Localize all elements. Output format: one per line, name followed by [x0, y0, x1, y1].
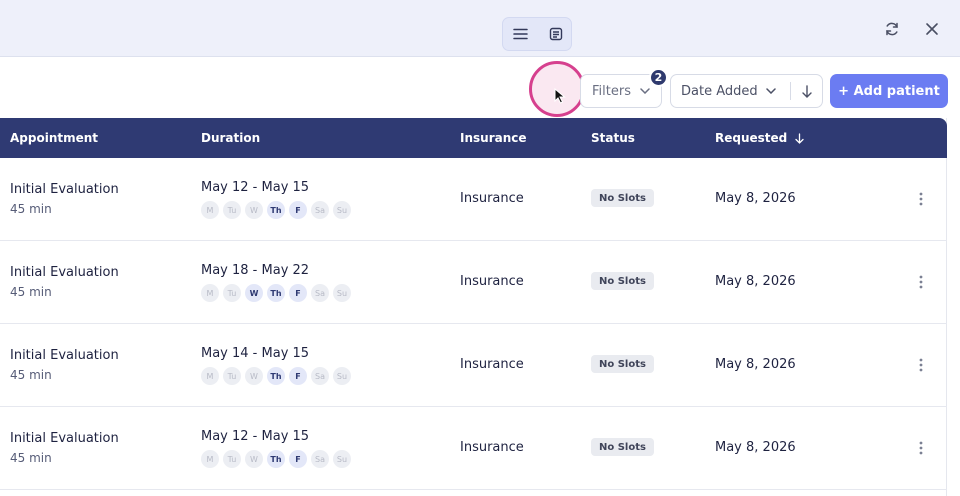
- duration-dates: May 14 - May 15: [201, 346, 310, 361]
- status-badge: No Slots: [591, 189, 654, 207]
- sort-label: Date Added: [681, 83, 758, 99]
- duration-dates: May 12 - May 15: [201, 180, 310, 195]
- weekday-pill: Th: [267, 367, 285, 385]
- weekday-pill: Sa: [311, 367, 329, 385]
- weekday-pill: M: [201, 450, 219, 468]
- weekday-pill: Su: [333, 201, 351, 219]
- weekday-pill: Su: [333, 367, 351, 385]
- status-badge: No Slots: [591, 355, 654, 373]
- table-row[interactable]: Initial Evaluation 45 min May 14 - May 15 M…: [0, 324, 947, 407]
- requested-date: May 8, 2026: [715, 440, 796, 455]
- weekday-pill: F: [289, 201, 307, 219]
- weekday-pill: M: [201, 284, 219, 302]
- weekday-pill: Tu: [223, 201, 241, 219]
- requested-date: May 8, 2026: [715, 357, 796, 372]
- insurance-value: Insurance: [460, 274, 524, 289]
- arrow-down-icon: [802, 84, 812, 98]
- row-more-button[interactable]: [911, 268, 931, 296]
- table-header: Appointment Duration Insurance Status Re…: [0, 118, 947, 158]
- column-header-insurance[interactable]: Insurance: [460, 131, 527, 145]
- column-header-requested-label: Requested: [715, 131, 788, 145]
- sort-arrow-down-icon: [795, 132, 804, 144]
- insurance-value: Insurance: [460, 191, 524, 206]
- close-button[interactable]: [919, 16, 945, 42]
- weekday-pill: Su: [333, 450, 351, 468]
- requested-date: May 8, 2026: [715, 274, 796, 289]
- column-header-appointment[interactable]: Appointment: [10, 131, 98, 145]
- add-patient-button[interactable]: + Add patient: [830, 74, 948, 108]
- more-vertical-icon: [919, 192, 923, 206]
- weekday-pill: Tu: [223, 284, 241, 302]
- chevron-down-icon: [640, 88, 650, 94]
- column-header-duration[interactable]: Duration: [201, 131, 260, 145]
- weekday-pill: W: [245, 284, 263, 302]
- status-badge: No Slots: [591, 272, 654, 290]
- more-vertical-icon: [919, 275, 923, 289]
- weekday-pill: F: [289, 367, 307, 385]
- weekday-pill: Tu: [223, 450, 241, 468]
- weekday-pill: F: [289, 284, 307, 302]
- list-view-icon: [513, 28, 528, 40]
- close-icon: [926, 23, 938, 35]
- weekday-list: M Tu W Th F Sa Su: [201, 367, 355, 385]
- row-more-button[interactable]: [911, 185, 931, 213]
- sort-control: Date Added: [670, 74, 823, 108]
- filters-count-badge: 2: [649, 68, 668, 87]
- sort-select[interactable]: Date Added: [671, 75, 790, 107]
- weekday-pill: F: [289, 450, 307, 468]
- chevron-down-icon: [765, 88, 776, 94]
- table-row[interactable]: Initial Evaluation 45 min May 18 - May 22 M…: [0, 241, 947, 324]
- weekday-pill: Th: [267, 201, 285, 219]
- weekday-pill: Su: [333, 284, 351, 302]
- column-header-status[interactable]: Status: [591, 131, 635, 145]
- duration-dates: May 12 - May 15: [201, 429, 310, 444]
- weekday-pill: Sa: [311, 201, 329, 219]
- insurance-value: Insurance: [460, 440, 524, 455]
- list-view-button[interactable]: [503, 18, 538, 50]
- filters-label: Filters: [592, 83, 631, 99]
- card-view-icon: [549, 27, 562, 41]
- weekday-list: M Tu W Th F Sa Su: [201, 201, 355, 219]
- weekday-pill: W: [245, 450, 263, 468]
- appointment-name: Initial Evaluation: [10, 431, 119, 446]
- appointment-length: 45 min: [10, 202, 52, 216]
- patient-table: Appointment Duration Insurance Status Re…: [0, 118, 947, 496]
- duration-dates: May 18 - May 22: [201, 263, 310, 278]
- status-badge: No Slots: [591, 438, 654, 456]
- appointment-length: 45 min: [10, 368, 52, 382]
- refresh-button[interactable]: [879, 16, 905, 42]
- weekday-pill: Th: [267, 450, 285, 468]
- requested-date: May 8, 2026: [715, 191, 796, 206]
- column-header-requested[interactable]: Requested: [715, 131, 804, 145]
- view-toggle: [502, 17, 572, 51]
- weekday-pill: Tu: [223, 367, 241, 385]
- weekday-pill: M: [201, 367, 219, 385]
- insurance-value: Insurance: [460, 357, 524, 372]
- title-bar: [0, 0, 960, 57]
- card-view-button[interactable]: [538, 18, 573, 50]
- weekday-pill: Sa: [311, 284, 329, 302]
- appointment-name: Initial Evaluation: [10, 182, 119, 197]
- refresh-icon: [886, 22, 898, 36]
- weekday-pill: Sa: [311, 450, 329, 468]
- weekday-pill: W: [245, 367, 263, 385]
- weekday-pill: M: [201, 201, 219, 219]
- more-vertical-icon: [919, 441, 923, 455]
- row-more-button[interactable]: [911, 351, 931, 379]
- appointment-length: 45 min: [10, 451, 52, 465]
- weekday-pill: W: [245, 201, 263, 219]
- sort-direction-button[interactable]: [791, 75, 823, 107]
- appointment-length: 45 min: [10, 285, 52, 299]
- more-vertical-icon: [919, 358, 923, 372]
- appointment-name: Initial Evaluation: [10, 265, 119, 280]
- table-row[interactable]: Initial Evaluation 45 min May 12 - May 15 M…: [0, 407, 947, 490]
- table-row[interactable]: Initial Evaluation 45 min May 12 - May 15 M…: [0, 158, 947, 241]
- weekday-list: M Tu W Th F Sa Su: [201, 450, 355, 468]
- weekday-list: M Tu W Th F Sa Su: [201, 284, 355, 302]
- row-more-button[interactable]: [911, 434, 931, 462]
- weekday-pill: Th: [267, 284, 285, 302]
- appointment-name: Initial Evaluation: [10, 348, 119, 363]
